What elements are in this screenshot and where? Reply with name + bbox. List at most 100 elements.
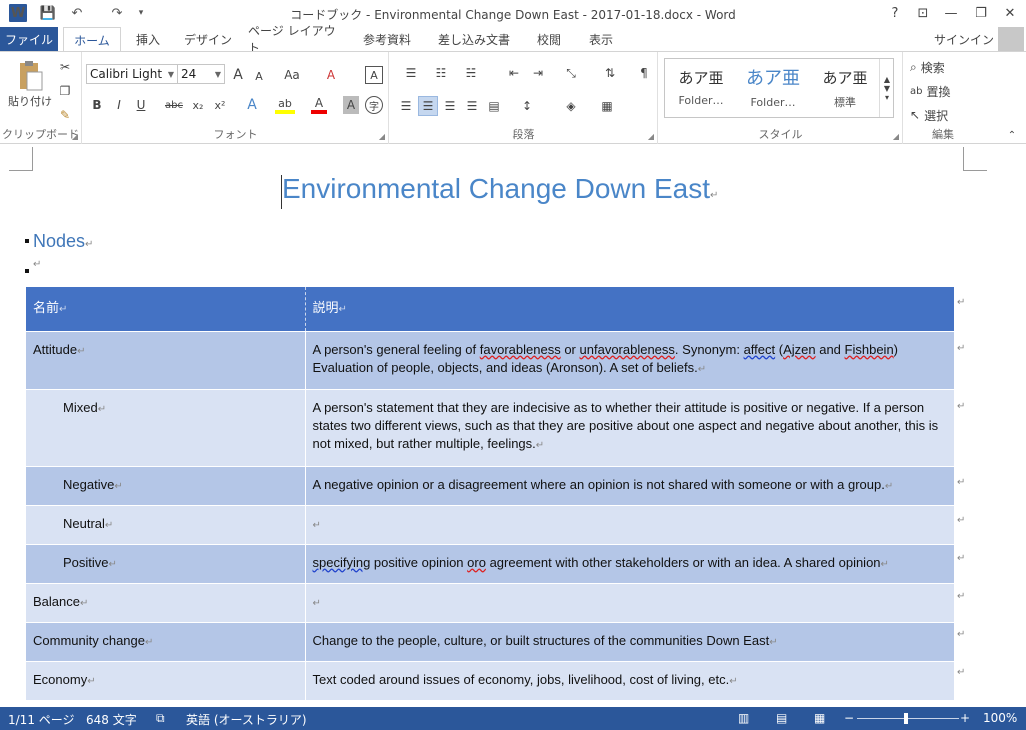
bold-button[interactable]: B xyxy=(89,96,105,114)
table-cell[interactable]: Negative↵ xyxy=(26,465,305,505)
tab-mailings[interactable]: 差し込み文書 xyxy=(432,27,516,51)
close-button[interactable]: ✕ xyxy=(997,3,1023,23)
word-app-icon[interactable]: W xyxy=(9,4,27,22)
font-name-combo[interactable]: Calibri Light ▼ xyxy=(86,64,178,84)
tab-review[interactable]: 校閲 xyxy=(530,27,568,51)
zoom-slider[interactable] xyxy=(857,718,959,719)
font-launcher-icon[interactable]: ◢ xyxy=(379,132,385,141)
align-left-icon[interactable]: ☰ xyxy=(396,96,416,116)
styles-launcher-icon[interactable]: ◢ xyxy=(893,132,899,141)
distributed-icon[interactable]: ▤ xyxy=(484,96,504,116)
align-center-icon[interactable]: ☰ xyxy=(418,96,438,116)
font-size-combo[interactable]: 24 ▼ xyxy=(177,64,225,84)
zoom-slider-thumb[interactable] xyxy=(904,713,908,724)
table-cell[interactable]: Positive↵ xyxy=(26,543,305,583)
table-cell[interactable]: Change to the people, culture, or built … xyxy=(304,621,954,661)
table-cell[interactable]: Mixed↵ xyxy=(26,388,305,466)
tab-page-layout[interactable]: ページ レイアウト xyxy=(248,24,342,55)
cut-icon[interactable]: ✂ xyxy=(56,58,74,76)
redo-icon[interactable]: ↷ xyxy=(106,4,128,22)
table-cell[interactable]: ↵ xyxy=(304,504,954,544)
minimize-button[interactable]: — xyxy=(938,3,964,23)
zoom-in-button[interactable]: + xyxy=(960,711,970,725)
tab-view[interactable]: 表示 xyxy=(582,27,620,51)
enclose-characters-button[interactable]: 字 xyxy=(365,96,383,114)
table-cell[interactable]: specifying positive opinion oro agreemen… xyxy=(304,543,954,583)
format-painter-icon[interactable]: ✎ xyxy=(56,106,74,124)
character-shading-button[interactable]: A xyxy=(343,96,359,114)
word-count[interactable]: 648 文字 xyxy=(86,711,137,728)
paste-button[interactable]: 貼り付け xyxy=(4,93,56,109)
select-button[interactable]: ↖ 選択 xyxy=(910,106,976,124)
header-cell-description[interactable]: 説明↵ xyxy=(304,287,954,331)
paste-icon[interactable] xyxy=(12,60,46,92)
web-layout-icon[interactable]: ▦ xyxy=(814,711,825,725)
help-button[interactable]: ? xyxy=(882,3,908,23)
tab-file[interactable]: ファイル xyxy=(0,27,58,51)
avatar[interactable] xyxy=(998,27,1024,51)
numbering-icon[interactable]: ☷ xyxy=(428,64,454,82)
table-cell[interactable]: Text coded around issues of economy, job… xyxy=(304,660,954,700)
copy-icon[interactable]: ❐ xyxy=(56,82,74,100)
show-marks-icon[interactable]: ¶ xyxy=(634,64,654,82)
style-item-normal[interactable]: あア亜 標準 xyxy=(809,59,881,117)
signin-link[interactable]: サインイン xyxy=(934,31,994,48)
bullets-icon[interactable]: ☰ xyxy=(398,64,424,82)
chevron-up-icon[interactable]: ▲ xyxy=(884,75,890,84)
line-spacing-icon[interactable]: ↕ xyxy=(514,96,540,116)
clear-formatting-button[interactable]: A xyxy=(321,66,341,84)
underline-button[interactable]: U xyxy=(133,96,149,114)
superscript-button[interactable]: x² xyxy=(211,96,229,114)
page-count[interactable]: 1/11 ページ xyxy=(8,711,75,728)
collapse-ribbon-icon[interactable]: ⌃ xyxy=(1004,128,1020,142)
table-cell[interactable]: ↵ xyxy=(304,582,954,622)
shading-icon[interactable]: ◈ xyxy=(558,96,584,116)
asian-layout-icon[interactable]: ⤡ xyxy=(558,64,584,82)
language-indicator[interactable]: 英語 (オーストラリア) xyxy=(186,711,307,728)
styles-scroll[interactable]: ▲ ▼ ▾ xyxy=(879,59,894,117)
style-item-folder-2[interactable]: あア亜 Folder… xyxy=(737,59,809,117)
document-title[interactable]: Environmental Change Down East↵ xyxy=(282,173,718,205)
increase-indent-icon[interactable]: ⇥ xyxy=(528,64,548,82)
undo-icon[interactable]: ↶ xyxy=(66,4,88,22)
strikethrough-button[interactable]: abc xyxy=(163,96,185,114)
print-layout-icon[interactable]: ▤ xyxy=(776,711,787,725)
table-cell[interactable]: Community change↵ xyxy=(26,621,305,661)
decrease-indent-icon[interactable]: ⇤ xyxy=(504,64,524,82)
restore-button[interactable]: ❐ xyxy=(968,3,994,23)
header-cell-name[interactable]: 名前↵ xyxy=(26,287,305,331)
ribbon-display-button[interactable]: ⊡ xyxy=(910,3,936,23)
multilevel-list-icon[interactable]: ☵ xyxy=(458,64,484,82)
tab-references[interactable]: 参考資料 xyxy=(356,27,418,51)
nodes-heading[interactable]: Nodes↵ xyxy=(33,231,93,252)
justify-icon[interactable]: ☰ xyxy=(462,96,482,116)
font-color-button[interactable]: A xyxy=(311,96,327,114)
document-area[interactable]: Environmental Change Down East↵ Nodes↵ ↵… xyxy=(0,145,1026,707)
tab-design[interactable]: デザイン xyxy=(180,27,236,51)
zoom-out-button[interactable]: − xyxy=(844,711,854,725)
clipboard-launcher-icon[interactable]: ◢ xyxy=(72,132,78,141)
table-cell[interactable]: Balance↵ xyxy=(26,582,305,622)
read-mode-icon[interactable]: ▥ xyxy=(738,711,749,725)
character-border-button[interactable]: A xyxy=(365,66,383,84)
highlight-button[interactable]: ab xyxy=(275,96,295,114)
change-case-button[interactable]: Aa xyxy=(279,66,305,84)
table-cell[interactable]: Economy↵ xyxy=(26,660,305,700)
paragraph-launcher-icon[interactable]: ◢ xyxy=(648,132,654,141)
more-styles-icon[interactable]: ▾ xyxy=(885,93,889,102)
style-item-folder-1[interactable]: あア亜 Folder… xyxy=(665,59,737,117)
table-cell[interactable]: Attitude↵ xyxy=(26,330,305,389)
table-cell[interactable]: A person's statement that they are indec… xyxy=(304,388,954,466)
chevron-down-icon[interactable]: ▼ xyxy=(884,84,890,93)
table-cell[interactable]: A person's general feeling of favorablen… xyxy=(304,330,954,389)
table-cell[interactable]: Neutral↵ xyxy=(26,504,305,544)
tab-insert[interactable]: 挿入 xyxy=(128,27,168,51)
find-button[interactable]: ⌕ 検索 xyxy=(910,58,976,76)
replace-button[interactable]: ab 置換 xyxy=(910,82,976,100)
customize-qat-icon[interactable]: ▾ xyxy=(134,4,148,22)
shrink-font-button[interactable]: A xyxy=(251,68,267,84)
italic-button[interactable]: I xyxy=(111,96,127,114)
proofing-icon[interactable]: ⧉ xyxy=(156,711,165,726)
sort-icon[interactable]: ⇅ xyxy=(600,64,620,82)
tab-home[interactable]: ホーム xyxy=(63,27,121,52)
